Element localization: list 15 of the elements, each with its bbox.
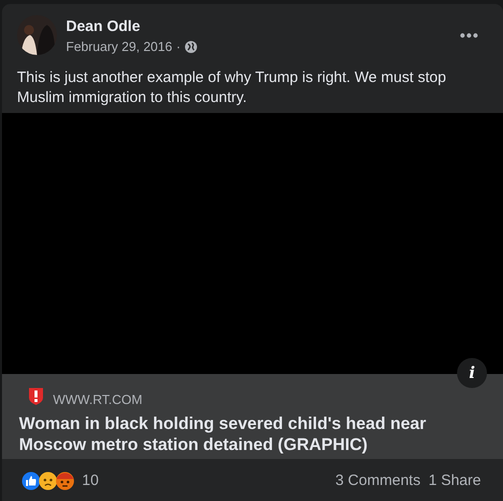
shares-count[interactable]: 1 Share	[428, 470, 481, 492]
author-name[interactable]: Dean Odle	[66, 17, 197, 37]
avatar[interactable]	[17, 15, 57, 55]
post-text: This is just another example of why Trump is right. We must stop Muslim immigration to this country.	[16, 68, 448, 108]
shield-icon	[29, 388, 43, 406]
separator-dot: ·	[176, 38, 181, 56]
angry-face-icon[interactable]	[56, 472, 74, 490]
sad-face-icon[interactable]	[39, 472, 57, 490]
post-date[interactable]: February 29, 2016	[66, 38, 172, 56]
comments-count[interactable]: 3 Comments	[335, 470, 420, 492]
link-domain: WWW.RT.COM	[53, 391, 142, 409]
like-reaction-icon[interactable]	[22, 472, 40, 490]
more-options-icon[interactable]	[460, 33, 478, 38]
link-title[interactable]: Woman in black holding severed child's head near Moscow metro station detained (GRAPHIC)	[19, 412, 486, 454]
reaction-count[interactable]: 10	[82, 470, 99, 492]
